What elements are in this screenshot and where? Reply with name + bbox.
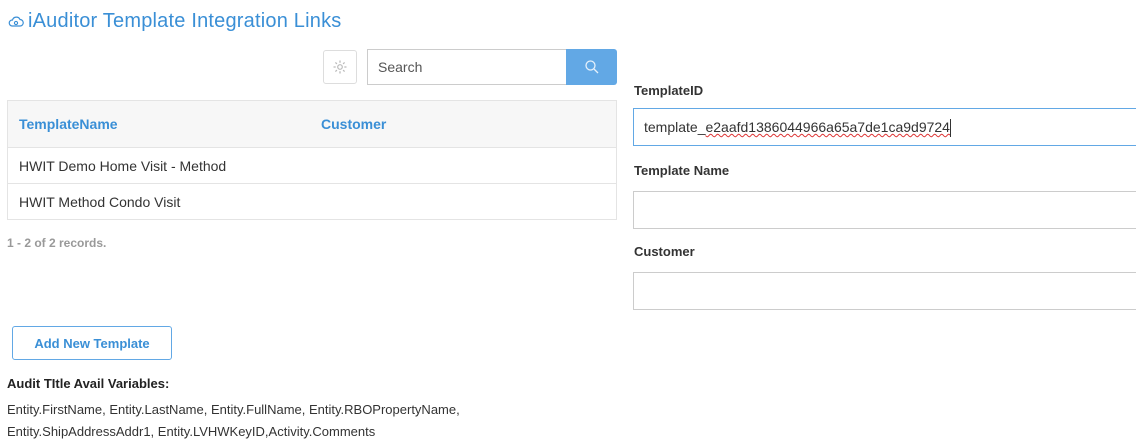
customer-field[interactable] — [633, 272, 1136, 310]
cloud-cog-icon — [8, 16, 24, 27]
cell-template-name[interactable]: HWIT Demo Home Visit - Method — [7, 147, 310, 184]
template-id-value: e2aafd1386044966a65a7de1ca9d9724 — [705, 119, 950, 135]
page-title: iAuditor Template Integration Links — [8, 10, 341, 33]
search-icon — [584, 60, 598, 74]
cell-template-name[interactable]: HWIT Method Condo Visit — [7, 183, 310, 220]
variables-line: Entity.ShipAddressAddr1, Entity.LVHWKeyI… — [7, 424, 376, 439]
record-count: 1 - 2 of 2 records. — [7, 236, 107, 250]
customer-label: Customer — [634, 244, 695, 259]
template-id-prefix: template_ — [644, 119, 706, 135]
search-button[interactable] — [566, 49, 617, 85]
template-name-label: Template Name — [634, 163, 730, 178]
template-name-field[interactable] — [633, 191, 1136, 229]
template-id-field[interactable]: template_e2aafd1386044966a65a7de1ca9d972… — [633, 108, 1136, 146]
page-title-text: iAuditor Template Integration Links — [28, 10, 342, 32]
cell-customer[interactable] — [310, 183, 617, 220]
column-header-template-name[interactable]: TemplateName — [7, 100, 310, 148]
text-cursor — [949, 119, 951, 138]
table-header-row: TemplateName Customer — [7, 100, 617, 148]
template-id-label: TemplateID — [634, 83, 704, 98]
toolbar — [323, 49, 617, 85]
table-row[interactable]: HWIT Method Condo Visit — [7, 183, 617, 220]
settings-button[interactable] — [323, 50, 357, 84]
search-input[interactable] — [367, 49, 566, 85]
add-new-template-button[interactable]: Add New Template — [12, 326, 172, 360]
table-row[interactable]: HWIT Demo Home Visit - Method — [7, 147, 617, 184]
search-group — [367, 49, 617, 85]
variables-line: Entity.FirstName, Entity.LastName, Entit… — [7, 402, 460, 417]
column-header-customer[interactable]: Customer — [310, 100, 617, 148]
cell-customer[interactable] — [310, 147, 617, 184]
variables-list: Entity.FirstName, Entity.LastName, Entit… — [7, 399, 507, 443]
templates-table: TemplateName Customer HWIT Demo Home Vis… — [7, 100, 617, 220]
gear-icon — [333, 60, 347, 74]
variables-title: Audit TItle Avail Variables: — [7, 376, 170, 391]
